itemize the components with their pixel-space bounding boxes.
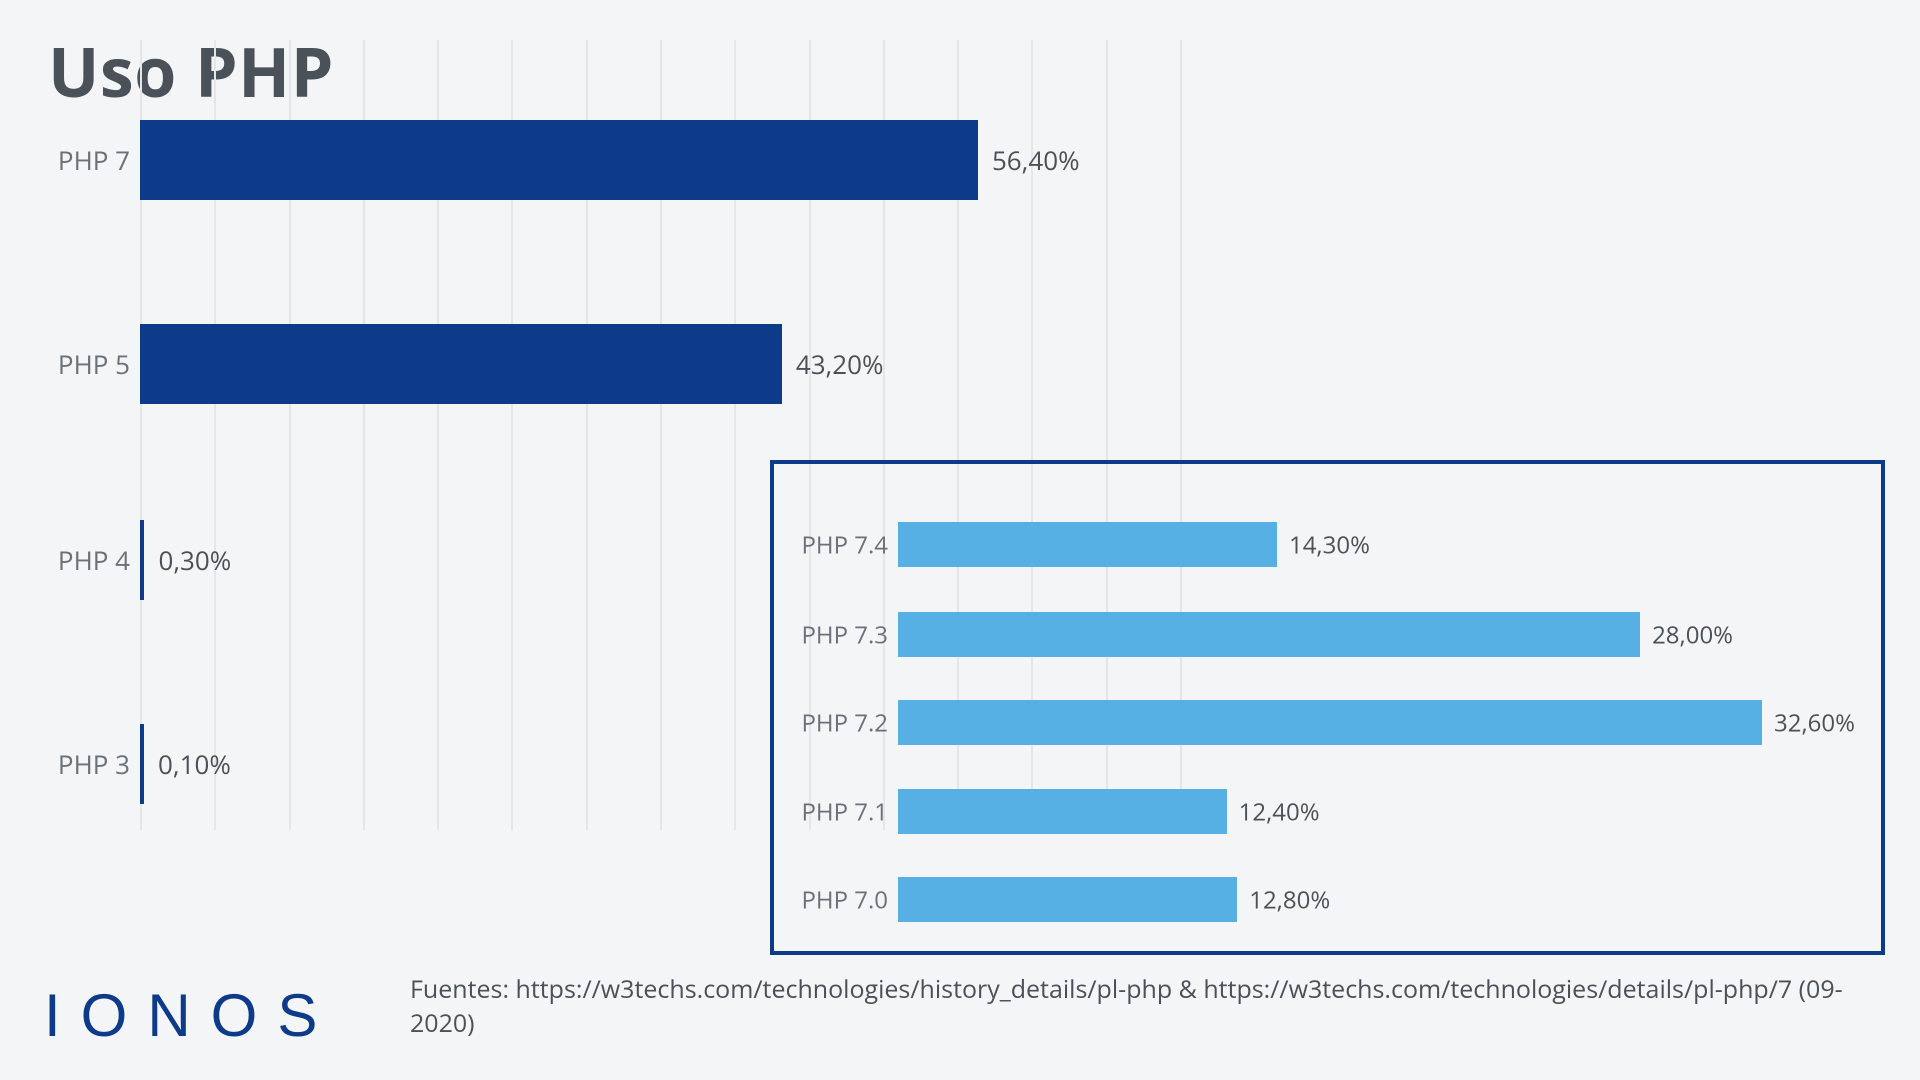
main-bar-label: PHP 4 <box>40 542 130 578</box>
sub-bar-value: 12,40% <box>1239 795 1320 828</box>
sub-bar-label: PHP 7.0 <box>783 883 888 916</box>
chart-title: Uso PHP <box>48 24 334 117</box>
sub-bar-label: PHP 7.4 <box>783 528 888 561</box>
main-bar-value: 0,10% <box>158 746 231 782</box>
sub-bar-value: 32,60% <box>1774 706 1855 739</box>
inset-chart-box: PHP 7.414,30%PHP 7.328,00%PHP 7.232,60%P… <box>770 460 1885 955</box>
main-bar <box>140 324 782 404</box>
main-bar-label: PHP 3 <box>40 746 130 782</box>
sub-bar-value: 14,30% <box>1289 528 1370 561</box>
sub-bar-row: PHP 7.328,00% <box>898 612 1861 657</box>
inset-chart: PHP 7.414,30% PHP 7.328,00% PHP 7.232,60% P… <box>898 504 1861 911</box>
main-bar <box>140 724 144 804</box>
main-bar-value: 43,20% <box>796 346 884 382</box>
source-text: Fuentes: https://w3techs.com/technologie… <box>410 972 1880 1040</box>
sub-bar-label: PHP 7.2 <box>783 706 888 739</box>
sub-bar <box>898 700 1762 745</box>
main-bar-value: 56,40% <box>992 142 1080 178</box>
sub-bar <box>898 789 1227 834</box>
sub-bar-value: 28,00% <box>1652 618 1733 651</box>
sub-bar-row: PHP 7.232,60% <box>898 700 1861 745</box>
sub-bar-label: PHP 7.3 <box>783 618 888 651</box>
main-bar-row: PHP 543,20% <box>140 324 1860 404</box>
main-bar-value: 0,30% <box>158 542 231 578</box>
main-bar <box>140 520 144 600</box>
main-bar-label: PHP 7 <box>40 142 130 178</box>
main-bar-row: PHP 756,40% <box>140 120 1860 200</box>
sub-bar <box>898 877 1237 922</box>
sub-bar-row: PHP 7.414,30% <box>898 522 1861 567</box>
sub-bar-label: PHP 7.1 <box>783 795 888 828</box>
main-bar-label: PHP 5 <box>40 346 130 382</box>
brand-logo: IONOS <box>44 981 337 1050</box>
sub-bar <box>898 612 1640 657</box>
sub-bar-row: PHP 7.112,40% <box>898 789 1861 834</box>
sub-bar-value: 12,80% <box>1249 883 1330 916</box>
main-bar <box>140 120 978 200</box>
sub-bar <box>898 522 1277 567</box>
sub-bar-row: PHP 7.012,80% <box>898 877 1861 922</box>
